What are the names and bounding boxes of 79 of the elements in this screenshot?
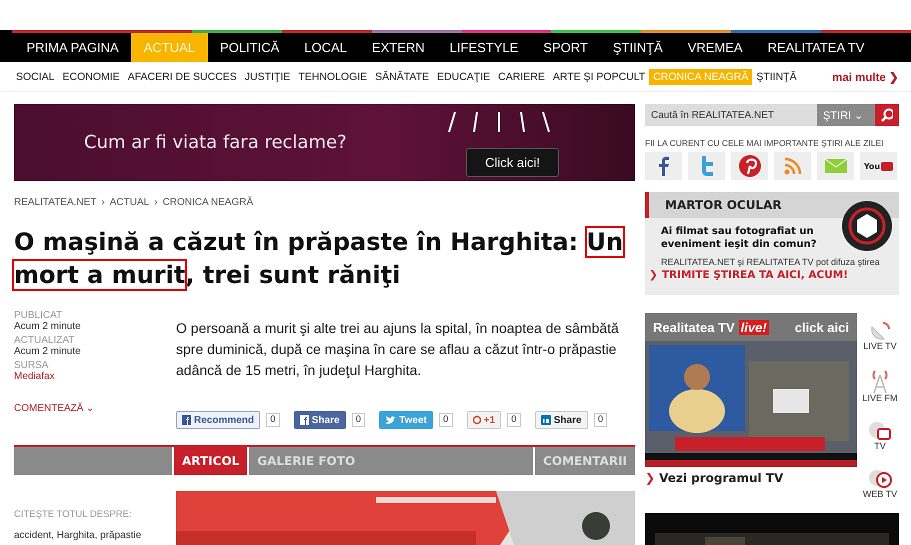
tv-link[interactable]: click aici — [794, 320, 849, 334]
live-label: live! — [738, 320, 769, 334]
nav-tab[interactable]: REALITATEA TV — [755, 33, 877, 62]
meta-value[interactable]: Mediafax — [14, 371, 176, 382]
subnav-link[interactable]: EDUCAŢIE — [433, 68, 494, 84]
share-count: 0 — [352, 413, 366, 427]
witness-link[interactable]: ❯ TRIMITE ŞTIREA TA AICI, ACUM! — [645, 267, 899, 281]
nav-tab[interactable]: SPORT — [530, 33, 600, 62]
article-tab[interactable]: ARTICOL — [172, 447, 248, 475]
follow-title: FII LA CURENT CU CELE MAI IMPORTANTE ŞTIRI ALE ZILEI — [645, 138, 885, 148]
subnav-link[interactable]: SOCIAL — [12, 68, 59, 84]
facebook-icon — [658, 156, 670, 176]
tags-title: CITEŞTE TOTUL DESPRE: — [14, 509, 133, 520]
rss-icon — [784, 157, 802, 175]
play-icon — [868, 469, 892, 489]
breadcrumb-link[interactable]: ACTUAL — [110, 197, 150, 208]
tv-program-link[interactable]: ❯ Vezi programul TV — [645, 471, 857, 485]
share-button[interactable]: Share — [534, 411, 588, 429]
more-link[interactable]: mai multe ❯ — [832, 70, 899, 84]
follow-button[interactable]: You — [860, 152, 897, 180]
nav-tab[interactable]: VREMEA — [675, 33, 756, 62]
breadcrumb-link[interactable]: CRONICA NEAGRĂ — [162, 197, 254, 208]
share-count: 0 — [594, 413, 608, 427]
subnav-link[interactable]: ŞTIINŢĂ — [752, 68, 801, 84]
channel-link[interactable]: TV — [868, 421, 892, 451]
search-icon — [881, 108, 893, 122]
camera-aperture-icon — [841, 200, 893, 252]
envelope-icon — [824, 159, 846, 173]
search-button[interactable] — [875, 104, 899, 126]
breadcrumb-separator: › — [154, 197, 158, 208]
subnav-link[interactable]: AFACERI DE SUCCES — [124, 68, 241, 84]
subnav-link[interactable]: CARIERE — [494, 68, 549, 84]
satellite-dish-icon — [868, 321, 891, 341]
share-count: 0 — [266, 413, 280, 427]
meta-label: PUBLICAT — [14, 310, 64, 321]
meta-label: SURSA — [14, 360, 50, 371]
meta-label: ACTUALIZAT — [14, 335, 76, 346]
witness-question: Ai filmat sau fotografiat un eveniment ieşit din comun? — [661, 225, 818, 251]
subnav-link[interactable]: SĂNĂTATE — [371, 68, 434, 84]
channel-link[interactable]: LIVE TV — [863, 321, 897, 351]
share-button[interactable]: +1 — [466, 411, 502, 429]
share-count: 0 — [438, 413, 453, 427]
channel-link[interactable]: LIVE FM — [862, 369, 898, 403]
tv-title: Realitatea TV — [653, 320, 735, 334]
share-button[interactable]: Share — [294, 411, 346, 429]
breadcrumb-link[interactable]: REALITATEA.NET — [14, 197, 96, 208]
article-headline: O maşină a căzut în prăpaste în Harghita: Un mort a murit, trei sunt răniţi — [14, 227, 624, 291]
follow-button[interactable] — [731, 152, 768, 180]
pinterest-icon — [738, 155, 760, 177]
search-field[interactable]: Caută în REALITATEA.NET — [645, 104, 817, 126]
tag-links[interactable]: accident, Harghita, prăpastie — [14, 530, 176, 541]
nav-tab[interactable]: EXTERN — [359, 33, 438, 62]
share-count: 0 — [507, 413, 521, 427]
meta-value: Acum 2 minute — [14, 346, 82, 357]
share-button[interactable]: Recommend — [176, 411, 260, 429]
follow-button[interactable] — [645, 152, 682, 180]
witness-text: REALITATEA.NET şi REALITATEA TV pot difuza ştirea — [660, 256, 881, 267]
twitter-icon — [700, 156, 714, 176]
comment-link[interactable]: COMENTEAZĂ ⌄ — [14, 402, 176, 414]
facebook-icon — [300, 415, 309, 425]
channel-link[interactable]: WEB TV — [862, 469, 898, 499]
subnav-link[interactable]: JUSTIŢIE — [240, 68, 294, 84]
subnav-link[interactable]: ARTE ŞI POPCULT — [548, 68, 650, 84]
nav-tab[interactable]: LIFESTYLE — [437, 33, 531, 62]
facebook-icon — [182, 415, 191, 425]
nav-tab[interactable]: POLITICĂ — [208, 33, 292, 62]
ad-text: Cum ar fi viata fara reclame? — [84, 132, 347, 153]
subnav-link[interactable]: ECONOMIE — [58, 68, 124, 84]
nav-tab[interactable]: ŞTIINŢĂ — [600, 33, 676, 62]
ad-button[interactable]: Click aici! — [466, 148, 559, 177]
subnav-link[interactable]: TEHNOLOGIE — [294, 68, 372, 84]
nav-tab[interactable]: PRIMA PAGINA — [14, 33, 132, 62]
article-lead: O persoană a murit şi alte trei au ajuns la spital, în noaptea de sâmbătă spre duminică, după ce maşina în care se aflau a căzut într-o prăpastie adâncă de 15 metri, în judeţul Harghita. — [176, 319, 620, 380]
television-icon — [868, 421, 892, 441]
linkedin-icon — [540, 415, 551, 425]
nav-tab[interactable]: LOCAL — [292, 33, 360, 62]
breadcrumb-separator: › — [101, 197, 105, 208]
meta-value: Acum 2 minute — [14, 321, 82, 332]
bird-icon — [385, 416, 396, 424]
